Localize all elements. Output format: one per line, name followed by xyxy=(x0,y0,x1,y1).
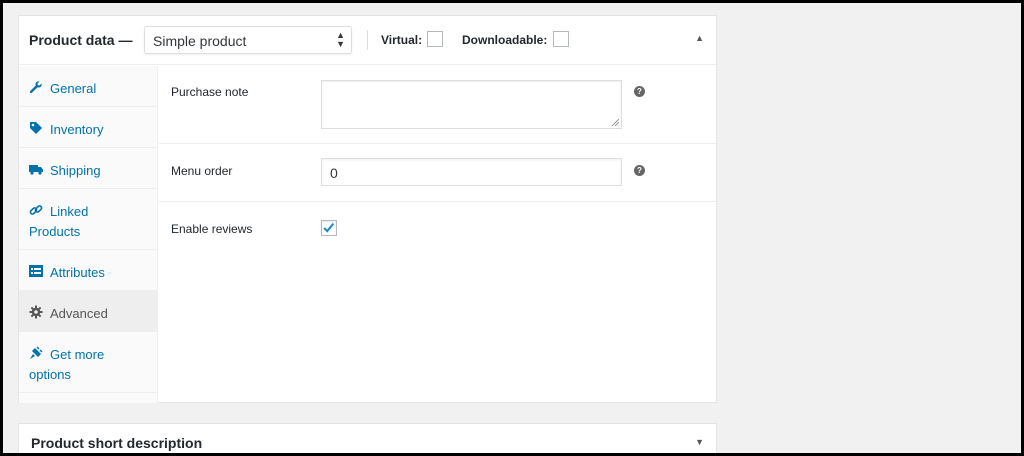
short-description-title[interactable]: Product short description xyxy=(31,435,202,451)
tab-label-line2: options xyxy=(29,367,71,382)
tab-label: Attributes xyxy=(50,265,105,280)
tab-label: Inventory xyxy=(50,122,104,137)
list-icon xyxy=(29,265,43,277)
product-data-title: Product data — xyxy=(29,32,133,48)
tab-attributes[interactable]: Attributes xyxy=(19,250,157,291)
tab-shipping[interactable]: Shipping xyxy=(19,148,157,189)
enable-reviews-row: Enable reviews xyxy=(159,202,716,262)
tab-label: Advanced xyxy=(50,306,108,321)
tab-label: Shipping xyxy=(50,163,101,178)
wrench-icon xyxy=(29,81,42,94)
gear-icon xyxy=(29,305,43,319)
downloadable-label: Downloadable: xyxy=(462,33,548,47)
triangle-down-icon[interactable]: ▼ xyxy=(695,437,704,447)
tab-inventory[interactable]: Inventory xyxy=(19,107,157,148)
link-icon xyxy=(29,205,43,215)
checkmark-icon xyxy=(323,222,335,233)
tab-advanced[interactable]: Advanced xyxy=(19,291,157,332)
product-type-select[interactable]: Simple product ▲ ▼ xyxy=(144,26,352,54)
tab-label-line2: Products xyxy=(29,224,81,239)
enable-reviews-checkbox[interactable] xyxy=(321,220,337,236)
virtual-label: Virtual: xyxy=(381,33,423,47)
tag-icon xyxy=(30,122,42,134)
help-icon[interactable]: ? xyxy=(634,86,645,97)
product-data-panel: Product data — Simple product ▲ ▼ Virtual… xyxy=(18,15,717,403)
product-data-tabs: General Inventory Shipping Linked Produc… xyxy=(19,66,158,403)
triangle-up-icon[interactable]: ▲ xyxy=(695,33,704,43)
virtual-checkbox[interactable] xyxy=(427,31,443,47)
tab-get-more-options[interactable]: Get more options xyxy=(19,332,157,393)
resize-grip-icon[interactable] xyxy=(611,118,619,126)
purchase-note-label: Purchase note xyxy=(171,85,249,99)
downloadable-checkbox[interactable] xyxy=(553,31,569,47)
select-arrows-icon: ▲ ▼ xyxy=(336,30,345,49)
tab-general[interactable]: General xyxy=(19,66,157,107)
tab-label: Linked xyxy=(50,204,89,219)
product-data-header: Product data — Simple product ▲ ▼ Virtual… xyxy=(19,16,716,65)
menu-order-label: Menu order xyxy=(171,164,233,178)
product-short-description-panel: Product short description ▼ xyxy=(18,423,717,456)
truck-icon xyxy=(29,165,43,175)
tab-label: General xyxy=(50,81,97,96)
enable-reviews-label: Enable reviews xyxy=(171,222,253,236)
tab-label: Get more xyxy=(50,347,105,362)
plugin-icon xyxy=(30,346,43,359)
product-type-value: Simple product xyxy=(153,33,247,49)
purchase-note-row: Purchase note ? xyxy=(159,66,716,144)
advanced-panel: Purchase note ? Menu order 0 ? Enable re… xyxy=(159,66,716,403)
menu-order-row: Menu order 0 ? xyxy=(159,144,716,202)
help-icon[interactable]: ? xyxy=(634,165,645,176)
menu-order-input[interactable]: 0 xyxy=(321,158,622,186)
header-separator xyxy=(367,30,368,50)
tab-linked-products[interactable]: Linked Products xyxy=(19,189,157,250)
purchase-note-textarea[interactable] xyxy=(321,80,622,129)
